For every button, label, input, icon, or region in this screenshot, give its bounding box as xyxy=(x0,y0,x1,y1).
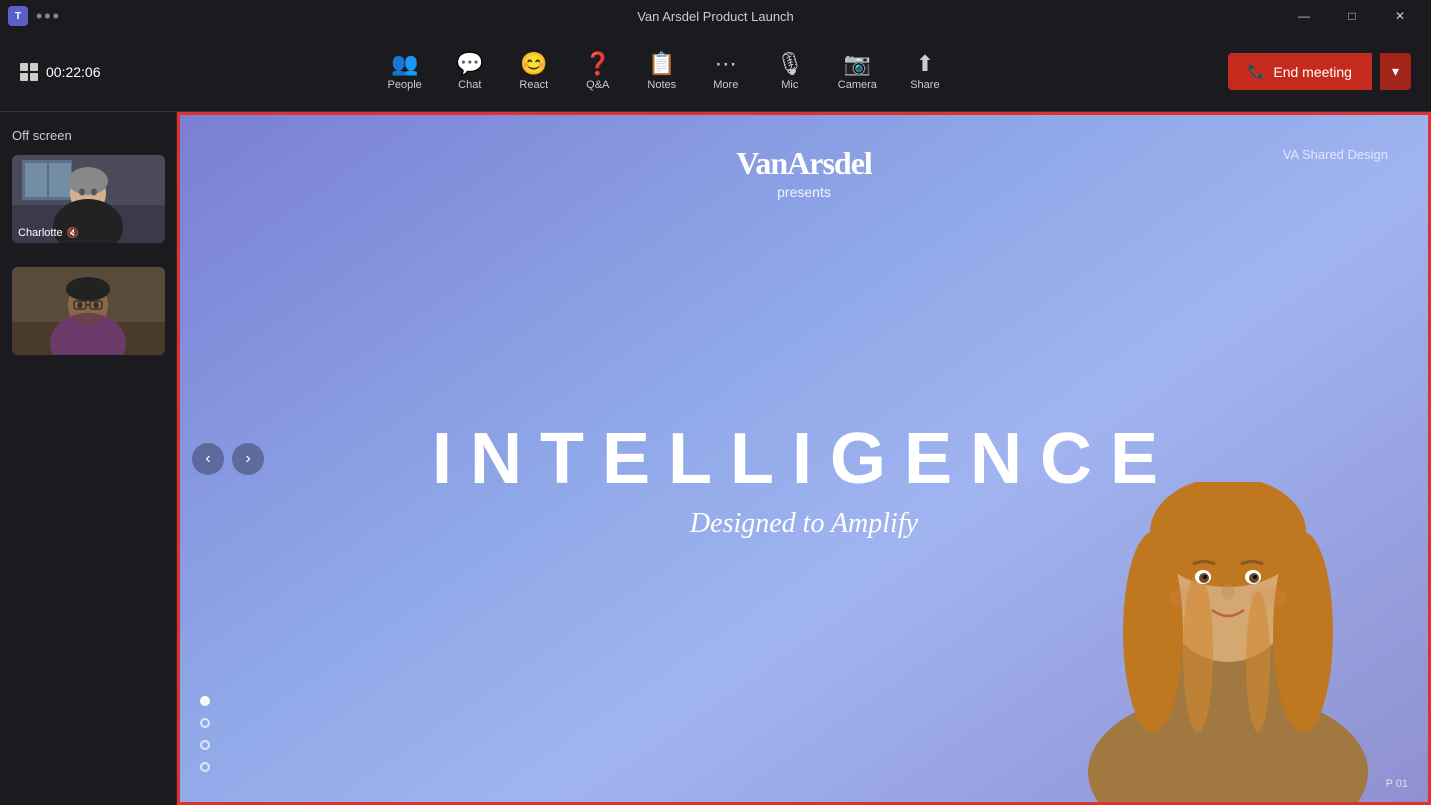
titlebar-left: T ••• xyxy=(8,6,61,27)
qa-icon: ❓ xyxy=(584,53,611,75)
slide-brand-name: VanArsdel xyxy=(736,145,872,182)
timer-display: 00:22:06 xyxy=(46,64,101,80)
titlebar-controls: — □ ✕ xyxy=(1281,0,1423,32)
meeting-timer: 00:22:06 xyxy=(20,63,101,81)
slide-headline: INTELLIGENCE xyxy=(432,418,1176,500)
participant2-video xyxy=(12,267,165,355)
titlebar-title: Van Arsdel Product Launch xyxy=(637,9,794,24)
notes-button[interactable]: 📋 Notes xyxy=(632,45,692,99)
camera-label: Camera xyxy=(838,79,877,91)
mic-button[interactable]: 🎙 Mic xyxy=(760,45,820,99)
camera-icon: 📷 xyxy=(844,53,871,75)
slide-main-text: INTELLIGENCE Designed to Amplify xyxy=(432,418,1176,540)
people-button[interactable]: 👥 People xyxy=(374,45,436,99)
charlotte-muted-icon: 🔇 xyxy=(67,228,79,239)
off-screen-label: Off screen xyxy=(12,124,164,147)
react-label: React xyxy=(519,79,548,91)
share-icon: ⬆ xyxy=(916,53,934,75)
slide-dot-4[interactable] xyxy=(200,762,210,772)
main-content: Off screen xyxy=(0,112,1431,805)
more-label: More xyxy=(713,79,738,91)
presenter-person-svg xyxy=(1088,482,1368,802)
slide-tagline: Designed to Amplify xyxy=(432,508,1176,540)
slide-person-image xyxy=(1088,482,1368,802)
toolbar-left: 00:22:06 xyxy=(20,63,101,81)
slide-page-num: P 01 xyxy=(1386,778,1408,790)
slide: VanArsdel presents VA Shared Design INTE… xyxy=(180,115,1428,802)
notes-label: Notes xyxy=(647,79,676,91)
chat-button[interactable]: 💬 Chat xyxy=(440,45,500,99)
sidebar: Off screen xyxy=(0,112,177,805)
slide-dots xyxy=(200,696,210,772)
more-button[interactable]: ⋯ More xyxy=(696,45,756,99)
qa-button[interactable]: ❓ Q&A xyxy=(568,45,628,99)
people-label: People xyxy=(388,79,422,91)
participant2-silhouette xyxy=(12,267,165,355)
charlotte-name-label: Charlotte 🔇 xyxy=(18,227,79,239)
notes-icon: 📋 xyxy=(648,53,675,75)
qa-label: Q&A xyxy=(586,79,609,91)
slide-va-label: VA Shared Design xyxy=(1283,147,1388,162)
end-meeting-label: End meeting xyxy=(1273,64,1352,80)
close-button[interactable]: ✕ xyxy=(1377,0,1423,32)
share-button[interactable]: ⬆ Share xyxy=(895,45,955,99)
camera-button[interactable]: 📷 Camera xyxy=(824,45,891,99)
more-icon: ⋯ xyxy=(715,53,737,75)
toolbar: 00:22:06 👥 People 💬 Chat 😊 React ❓ Q&A 📋… xyxy=(0,32,1431,112)
minimize-button[interactable]: — xyxy=(1281,0,1327,32)
share-label: Share xyxy=(910,79,939,91)
grid-icon xyxy=(20,63,38,81)
react-icon: 😊 xyxy=(520,53,547,75)
mic-icon: 🎙 xyxy=(776,53,804,75)
slide-dot-2[interactable] xyxy=(200,718,210,728)
toolbar-center: 👥 People 💬 Chat 😊 React ❓ Q&A 📋 Notes ⋯ … xyxy=(374,45,955,99)
participant-thumb-2[interactable] xyxy=(12,267,165,355)
participant-thumb-charlotte[interactable]: Charlotte 🔇 xyxy=(12,155,165,243)
chat-label: Chat xyxy=(458,79,481,91)
mic-label: Mic xyxy=(781,79,798,91)
teams-logo: T xyxy=(8,6,28,26)
slide-prev-button[interactable]: ‹ xyxy=(192,443,224,475)
charlotte-name: Charlotte xyxy=(18,227,63,239)
phone-icon: 📞 xyxy=(1248,63,1265,80)
people-icon: 👥 xyxy=(391,53,418,75)
toolbar-right: 📞 End meeting ▾ xyxy=(1228,53,1411,90)
slide-dot-1[interactable] xyxy=(200,696,210,706)
presentation-area: VanArsdel presents VA Shared Design INTE… xyxy=(177,112,1431,805)
titlebar-more-icon[interactable]: ••• xyxy=(36,6,61,27)
end-meeting-chevron-button[interactable]: ▾ xyxy=(1380,53,1411,90)
chat-icon: 💬 xyxy=(456,53,483,75)
slide-brand: VanArsdel presents xyxy=(736,145,872,200)
react-button[interactable]: 😊 React xyxy=(504,45,564,99)
slide-brand-sub: presents xyxy=(736,184,872,200)
slide-next-button[interactable]: › xyxy=(232,443,264,475)
end-meeting-button[interactable]: 📞 End meeting xyxy=(1228,53,1372,90)
slide-dot-3[interactable] xyxy=(200,740,210,750)
titlebar: T ••• Van Arsdel Product Launch — □ ✕ xyxy=(0,0,1431,32)
maximize-button[interactable]: □ xyxy=(1329,0,1375,32)
